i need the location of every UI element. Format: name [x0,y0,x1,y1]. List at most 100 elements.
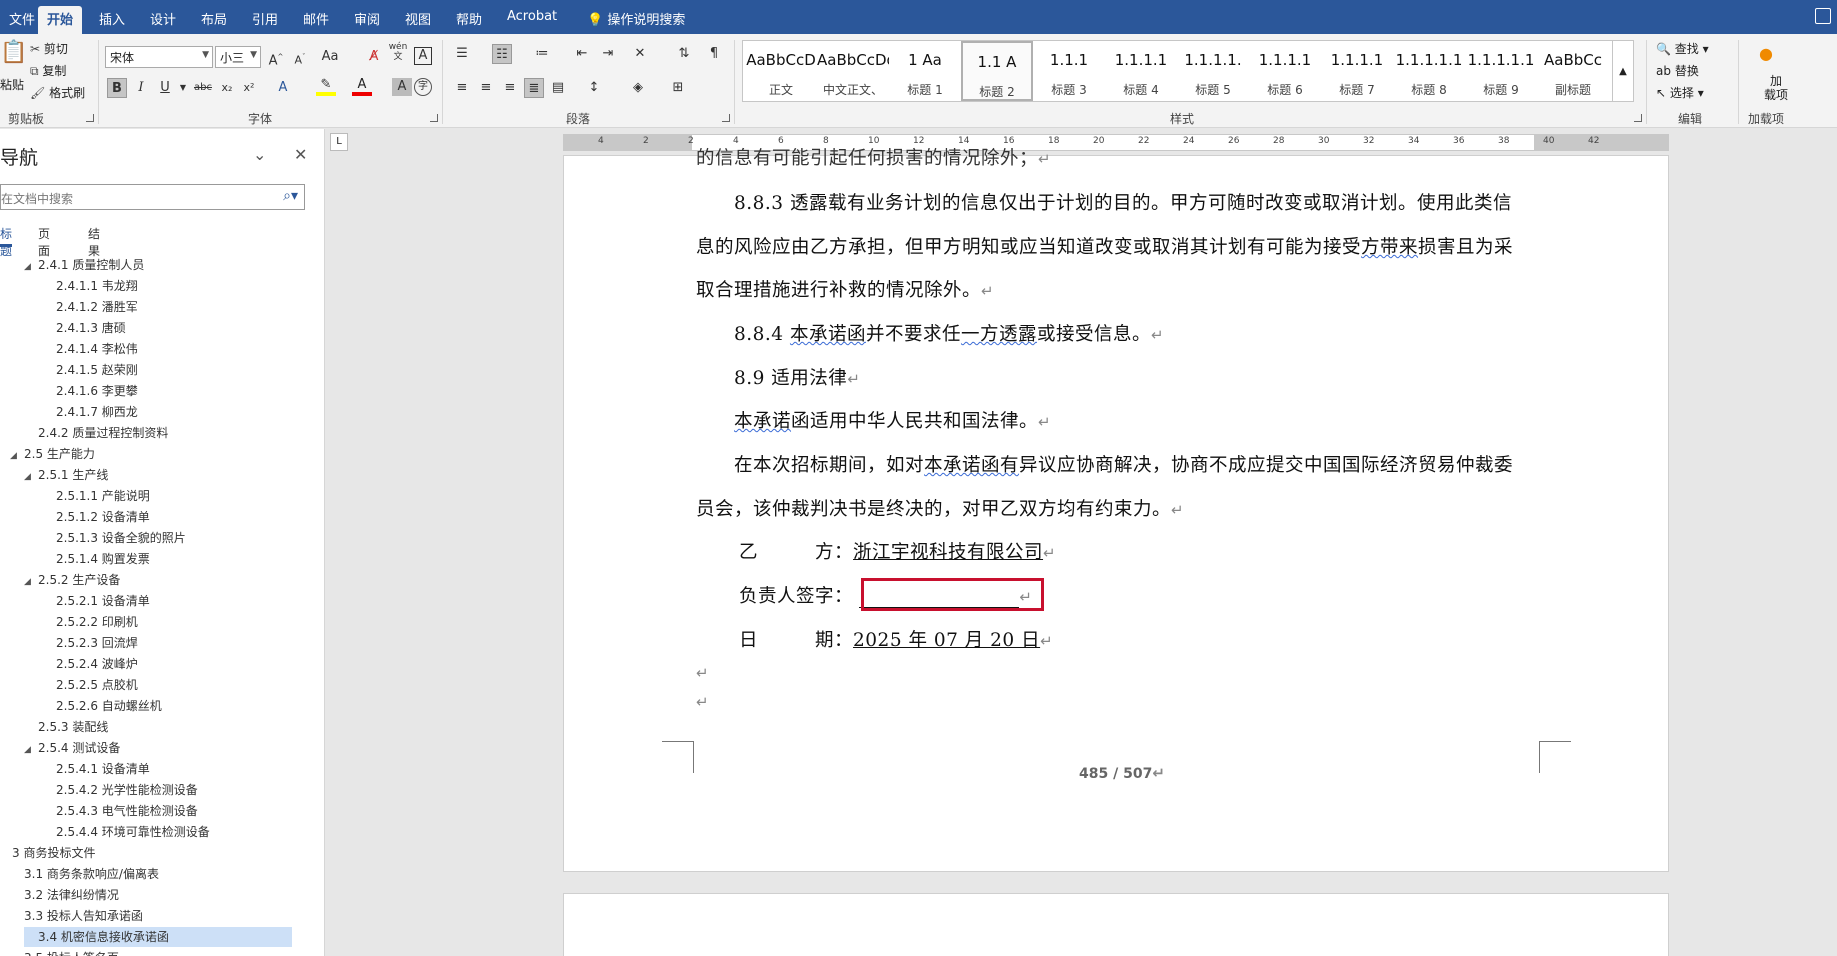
increase-indent-icon[interactable]: ⇥ [598,44,618,64]
tab-help[interactable]: 帮助 [447,6,491,29]
nav-tree-item[interactable]: 3.4 机密信息接收承诺函 [24,927,292,947]
select-button[interactable]: ↖ 选择 ▾ [1656,84,1704,101]
nav-tree-item[interactable]: 2.5.2.2 印刷机 [42,612,138,632]
bullets-icon[interactable]: ☰ [452,44,472,64]
font-launcher-icon[interactable] [430,114,438,122]
shrink-font-icon[interactable]: Aˇ [290,47,310,67]
nav-tree-item[interactable]: 2.5.4.3 电气性能检测设备 [42,801,198,821]
ribbon-display-icon[interactable] [1815,8,1831,24]
justify-icon[interactable]: ≣ [524,78,544,98]
underline-button[interactable]: U [155,78,175,98]
highlight-icon[interactable]: ✎ [316,78,336,96]
find-button[interactable]: 🔍 查找 ▾ [1656,40,1709,57]
next-page[interactable] [563,893,1669,956]
font-color-icon[interactable]: A [352,78,372,96]
shading-icon[interactable]: ◈ [628,78,648,98]
align-right-icon[interactable]: ≡ [500,78,520,98]
style-item[interactable]: 1.1.1.1.1 标题 9 [1465,41,1537,101]
nav-tree-item[interactable]: 2.5.2.3 回流焊 [42,633,138,653]
nav-tree-item[interactable]: 2.5.2.1 设备清单 [42,591,150,611]
superscript-button[interactable]: x² [239,78,259,98]
paste-button[interactable]: 粘贴 [0,76,24,93]
expand-triangle-icon[interactable]: ◢ [10,446,24,466]
tab-home[interactable]: 开始 [38,6,83,34]
chinese-layout-icon[interactable]: ✕ [630,44,650,64]
tab-selector-icon[interactable]: L [330,133,348,151]
expand-triangle-icon[interactable]: ◢ [24,257,38,277]
nav-tree-item[interactable]: 2.4.1.3 唐硕 [42,318,126,338]
nav-tree-item[interactable]: 2.4.1.2 潘胜军 [42,297,138,317]
gallery-more-icon[interactable]: ▲▼ [1612,40,1634,139]
nav-tree-item[interactable]: 2.5.4.2 光学性能检测设备 [42,780,198,800]
nav-tree-item[interactable]: 2.5.3 装配线 [24,717,108,737]
nav-search-input[interactable]: 在文档中搜索 ⌕▾ [0,184,305,210]
nav-tree-item[interactable]: ◢ 2.5.1 生产线 [24,465,108,485]
tab-review[interactable]: 审阅 [345,6,389,29]
distributed-icon[interactable]: ▤ [548,78,568,98]
style-item[interactable]: 1.1.1.1 标题 4 [1105,41,1177,101]
nav-tree-item[interactable]: 3.1 商务条款响应/偏离表 [10,864,159,884]
style-item[interactable]: 1.1.1 标题 3 [1033,41,1105,101]
nav-tree-item[interactable]: 2.5.2.5 点胶机 [42,675,138,695]
font-name-combo[interactable]: 宋体 ▼ [105,46,213,68]
nav-tree-item[interactable]: 2.4.1.4 李松伟 [42,339,138,359]
search-icon[interactable]: ⌕▾ [283,188,298,204]
tab-insert[interactable]: 插入 [90,6,134,29]
nav-tree-item[interactable]: 2.5.4.4 环境可靠性检测设备 [42,822,210,842]
nav-tree-item[interactable]: 2.5.2.6 自动螺丝机 [42,696,162,716]
enclose-char-icon[interactable]: 字 [414,78,432,96]
addins-icon[interactable]: ● [1759,44,1773,63]
char-shading-icon[interactable]: A [392,78,412,96]
clipboard-launcher-icon[interactable] [86,114,94,122]
nav-tab-pages[interactable]: 页面 [38,225,50,259]
nav-tree-item[interactable]: 3 商务投标文件 [0,843,95,863]
tab-acrobat[interactable]: Acrobat [498,6,566,29]
show-marks-icon[interactable]: ¶ [704,44,724,64]
nav-tree-item[interactable]: 2.5.4.1 设备清单 [42,759,150,779]
nav-tree-item[interactable]: 2.4.1.1 韦龙翔 [42,276,138,296]
subscript-button[interactable]: x₂ [217,78,237,98]
nav-tree-item[interactable]: 3.2 法律纠纷情况 [10,885,119,905]
tab-view[interactable]: 视图 [396,6,440,29]
nav-tab-results[interactable]: 结果 [88,225,100,259]
nav-tree-item[interactable]: 2.5.1.2 设备清单 [42,507,150,527]
nav-tree-item[interactable]: 2.4.1.6 李更攀 [42,381,138,401]
numbering-icon[interactable]: ☷ [492,44,512,64]
bold-button[interactable]: B [107,78,127,98]
paste-icon[interactable]: 📋 [0,40,27,65]
decrease-indent-icon[interactable]: ⇤ [572,44,592,64]
line-spacing-icon[interactable]: ↕ [584,78,604,98]
nav-tree-item[interactable]: ◢ 2.5.4 测试设备 [24,738,120,758]
style-item[interactable]: 1.1.1.1.1 标题 8 [1393,41,1465,101]
style-item[interactable]: 1.1.1.1. 标题 5 [1177,41,1249,101]
nav-tree-item[interactable]: 2.5.1.4 购置发票 [42,549,150,569]
tab-references[interactable]: 引用 [243,6,287,29]
borders-icon[interactable]: ⊞ [668,78,688,98]
style-item[interactable]: AaBbCcDd 中文正文、 [817,41,889,101]
nav-tree-item[interactable]: 2.4.1.5 赵荣刚 [42,360,138,380]
tab-design[interactable]: 设计 [141,6,185,29]
change-case-icon[interactable]: Aa [320,47,340,67]
nav-tree-item[interactable]: 2.5.1.1 产能说明 [42,486,150,506]
nav-tree-item[interactable]: 3.5 投标人签名页 [10,948,119,956]
expand-triangle-icon[interactable]: ◢ [24,572,38,592]
chevron-down-icon[interactable]: ⌄ [253,145,266,164]
align-left-icon[interactable]: ≡ [452,78,472,98]
nav-tree-item[interactable]: 2.4.2 质量过程控制资料 [24,423,168,443]
paragraph-launcher-icon[interactable] [722,114,730,122]
nav-tree-item[interactable]: ◢ 2.5.2 生产设备 [24,570,120,590]
nav-tree-item[interactable]: ◢ 2.5 生产能力 [10,444,95,464]
style-item[interactable]: 1.1 A 标题 2 [961,41,1033,101]
style-item[interactable]: 1.1.1.1 标题 6 [1249,41,1321,101]
nav-tree-item[interactable]: 2.4.1.7 柳西龙 [42,402,138,422]
expand-triangle-icon[interactable]: ◢ [24,740,38,760]
style-item[interactable]: AaBbCcD 正文 [745,41,817,101]
strikethrough-button[interactable]: abc [193,78,213,98]
style-item[interactable]: 1 Aa 标题 1 [889,41,961,101]
style-item[interactable]: 1.1.1.1 标题 7 [1321,41,1393,101]
copy-button[interactable]: ⧉ 复制 [30,62,66,79]
phonetic-guide-icon[interactable]: wén 文 [388,42,408,62]
grow-font-icon[interactable]: A^ [266,47,286,68]
clear-format-icon[interactable]: A̸ [364,47,384,67]
text-effects-icon[interactable]: A [273,78,293,98]
